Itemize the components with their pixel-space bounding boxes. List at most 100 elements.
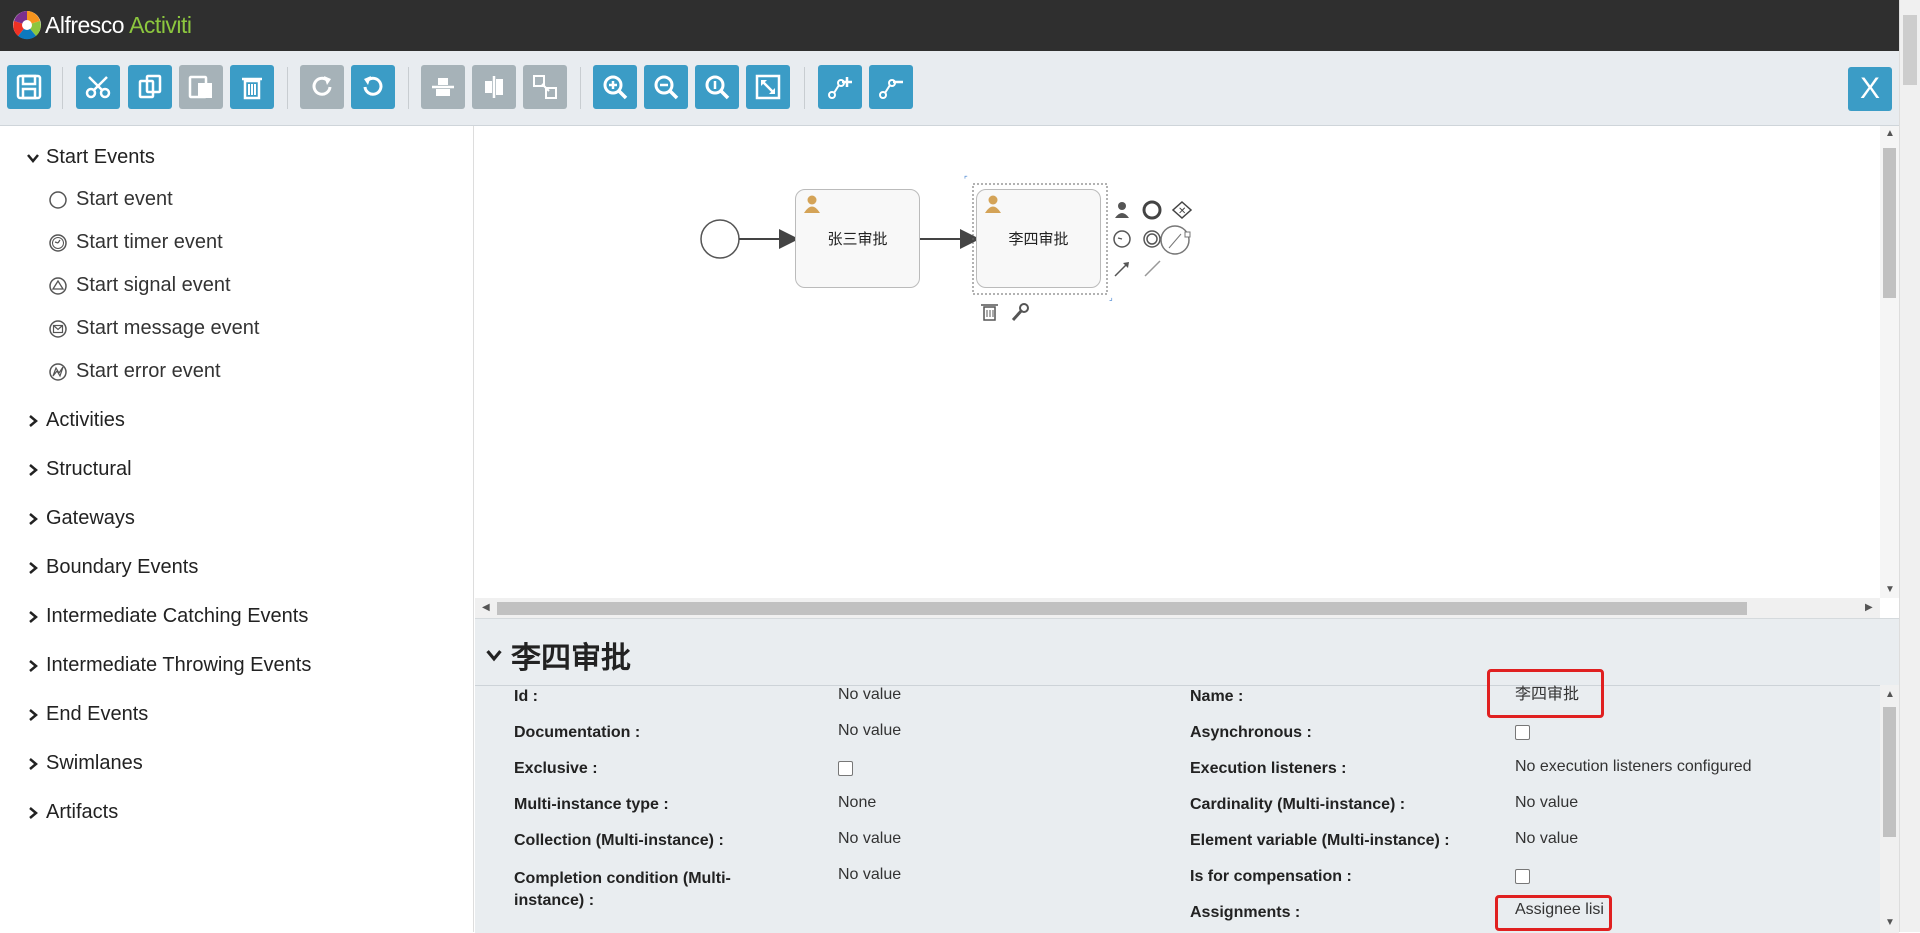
cut-button[interactable] — [76, 65, 120, 109]
user-task-quick-icon[interactable] — [1115, 202, 1129, 218]
group-boundary-events[interactable]: Boundary Events — [26, 556, 198, 579]
task-label: 张三审批 — [827, 228, 887, 249]
scroll-right-arrow-icon[interactable]: ▶ — [1865, 602, 1873, 613]
connect-arrow-icon[interactable] — [1115, 262, 1129, 276]
resize-handle-icon[interactable]: ⌜ — [964, 175, 968, 184]
toolbar-separator — [287, 67, 288, 109]
group-label: Structural — [46, 458, 132, 481]
zoom-in-button[interactable] — [593, 65, 637, 109]
diagram-canvas[interactable]: ⌜ ⌟ ✕ 张三审批 李四审批 — [475, 126, 1899, 618]
prop-value-collection[interactable]: No value — [838, 828, 901, 850]
timer-quick-icon[interactable] — [1114, 231, 1130, 247]
paste-icon — [186, 72, 216, 102]
scrollbar-thumb[interactable] — [1883, 707, 1896, 837]
group-activities[interactable]: Activities — [26, 409, 125, 432]
group-gateways[interactable]: Gateways — [26, 507, 135, 530]
chevron-right-icon — [26, 610, 40, 624]
group-artifacts[interactable]: Artifacts — [26, 801, 118, 824]
group-intermediate-catching-events[interactable]: Intermediate Catching Events — [26, 605, 308, 628]
prop-value-multi-instance-type[interactable]: None — [838, 792, 876, 814]
canvas-vertical-scrollbar[interactable]: ▲▼ — [1880, 126, 1899, 598]
add-bendpoint-button[interactable] — [818, 65, 862, 109]
end-event-quick-icon[interactable] — [1144, 202, 1160, 218]
chevron-right-icon — [26, 414, 40, 428]
zoom-out-button[interactable] — [644, 65, 688, 109]
connect-line-icon[interactable] — [1145, 261, 1160, 276]
association-quick-icon[interactable] — [1161, 226, 1190, 254]
zoom-fit-icon — [753, 72, 783, 102]
trash-icon — [237, 72, 267, 102]
zoom-actual-icon — [702, 72, 732, 102]
diagram-svg: ⌜ ⌟ ✕ — [475, 126, 1899, 618]
toolbar-separator — [408, 67, 409, 109]
scroll-down-arrow-icon[interactable]: ▼ — [1885, 917, 1895, 928]
scroll-up-arrow-icon[interactable]: ▲ — [1885, 689, 1895, 700]
group-end-events[interactable]: End Events — [26, 703, 148, 726]
zoom-actual-button[interactable] — [695, 65, 739, 109]
prop-label-multi-instance-type: Multi-instance type : — [514, 794, 669, 816]
canvas-horizontal-scrollbar[interactable]: ◀▶ — [475, 598, 1880, 618]
remove-bendpoint-button[interactable] — [869, 65, 913, 109]
prop-value-completion-condition[interactable]: No value — [838, 864, 901, 886]
prop-label-documentation: Documentation : — [514, 722, 640, 744]
signal-icon — [48, 276, 68, 296]
scrollbar-thumb[interactable] — [1883, 148, 1896, 298]
properties-scrollbar[interactable]: ▲▼ — [1880, 685, 1899, 933]
trash-icon[interactable] — [981, 305, 998, 320]
circle-icon — [48, 190, 68, 210]
properties-header[interactable]: 李四审批 — [485, 633, 631, 677]
save-button[interactable] — [7, 65, 51, 109]
toolbar-separator — [804, 67, 805, 109]
palette-item-start-error-event[interactable]: Start error event — [48, 360, 221, 383]
group-swimlanes[interactable]: Swimlanes — [26, 752, 143, 775]
redo-button[interactable] — [300, 65, 344, 109]
copy-button[interactable] — [128, 65, 172, 109]
chevron-down-icon — [485, 646, 503, 664]
resize-handle-icon[interactable]: ⌟ — [1109, 293, 1113, 302]
gateway-quick-icon[interactable]: ✕ — [1173, 202, 1191, 218]
prop-label-assignments: Assignments : — [1190, 902, 1300, 924]
prop-value-documentation[interactable]: No value — [838, 720, 901, 742]
shape-palette: Start Events Start event Start timer eve… — [0, 126, 474, 932]
paste-button[interactable] — [179, 65, 223, 109]
group-structural[interactable]: Structural — [26, 458, 132, 481]
zoom-fit-button[interactable] — [746, 65, 790, 109]
intermediate-event-quick-icon[interactable] — [1144, 231, 1160, 247]
zoom-out-icon — [651, 72, 681, 102]
start-event-shape[interactable] — [701, 220, 739, 258]
scroll-down-arrow-icon[interactable]: ▼ — [1885, 584, 1895, 595]
prop-label-execution-listeners: Execution listeners : — [1190, 758, 1347, 780]
prop-value-element-variable[interactable]: No value — [1515, 828, 1578, 850]
prop-value-cardinality[interactable]: No value — [1515, 792, 1578, 814]
align-vertical-button[interactable] — [472, 65, 516, 109]
asynchronous-checkbox[interactable] — [1515, 725, 1530, 740]
scrollbar-thumb[interactable] — [1903, 15, 1917, 85]
task-node-selected[interactable]: 李四审批 — [976, 189, 1101, 288]
align-horizontal-button[interactable] — [421, 65, 465, 109]
same-size-button[interactable] — [523, 65, 567, 109]
editor-toolbar: X — [0, 51, 1899, 126]
close-editor-button[interactable]: X — [1848, 67, 1892, 111]
compensation-checkbox[interactable] — [1515, 869, 1530, 884]
prop-value-id[interactable]: No value — [838, 684, 901, 706]
group-intermediate-throwing-events[interactable]: Intermediate Throwing Events — [26, 654, 311, 677]
highlight-box — [1495, 895, 1612, 931]
window-scrollbar[interactable] — [1899, 0, 1920, 932]
palette-item-start-message-event[interactable]: Start message event — [48, 317, 259, 340]
scroll-up-arrow-icon[interactable]: ▲ — [1885, 128, 1895, 139]
task-node[interactable]: 张三审批 — [795, 189, 920, 288]
prop-label-element-variable: Element variable (Multi-instance) : — [1190, 830, 1450, 852]
scroll-left-arrow-icon[interactable]: ◀ — [482, 602, 490, 613]
scrollbar-thumb[interactable] — [497, 602, 1747, 615]
undo-button[interactable] — [351, 65, 395, 109]
wrench-icon[interactable] — [1013, 304, 1028, 320]
palette-item-start-signal-event[interactable]: Start signal event — [48, 274, 231, 297]
prop-value-execution-listeners[interactable]: No execution listeners configured — [1515, 756, 1752, 778]
delete-button[interactable] — [230, 65, 274, 109]
group-start-events[interactable]: Start Events — [26, 146, 155, 169]
palette-item-start-timer-event[interactable]: Start timer event — [48, 231, 223, 254]
chevron-right-icon — [26, 806, 40, 820]
copy-icon — [135, 72, 165, 102]
exclusive-checkbox[interactable] — [838, 761, 853, 776]
palette-item-start-event[interactable]: Start event — [48, 188, 173, 211]
